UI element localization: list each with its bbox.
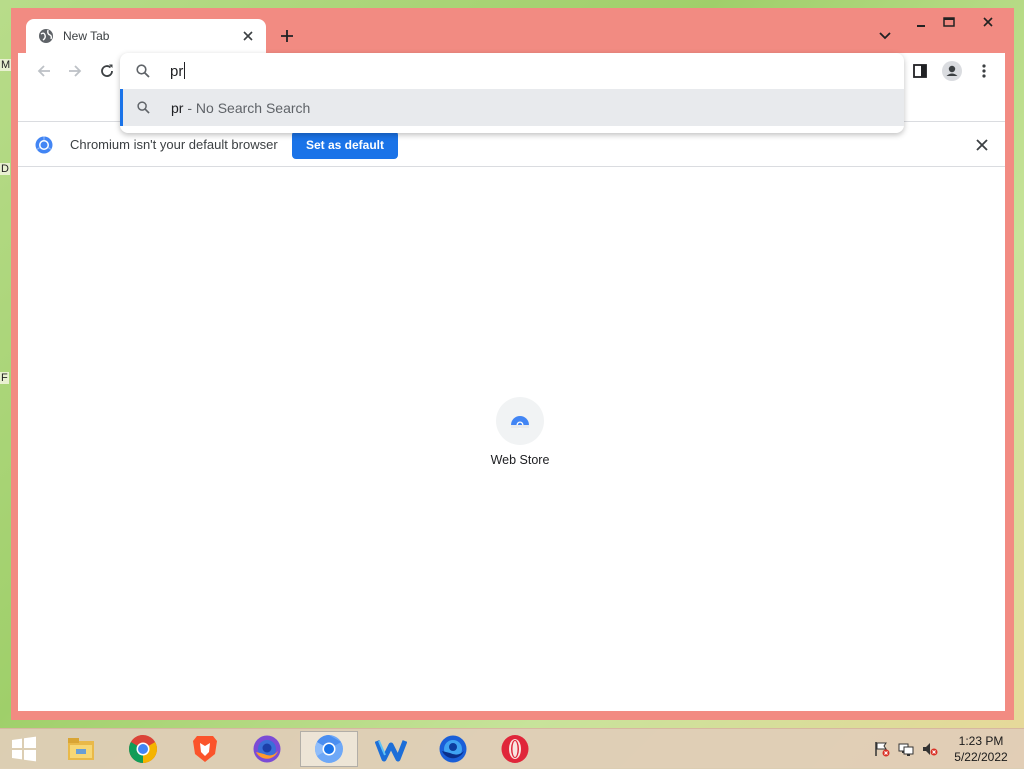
taskbar-waterfox[interactable] xyxy=(362,731,420,767)
taskbar-file-explorer[interactable] xyxy=(52,731,110,767)
address-bar-value: pr xyxy=(170,63,184,80)
address-bar-input[interactable]: pr xyxy=(120,53,904,89)
taskbar-firefox[interactable] xyxy=(238,731,296,767)
suggestion-separator: - xyxy=(183,100,196,116)
shortcut-label: Web Store xyxy=(490,453,550,467)
chrome-icon xyxy=(129,735,157,763)
clock-time: 1:23 PM xyxy=(958,734,1004,748)
taskbar: 1:23 PM 5/22/2022 xyxy=(0,728,1024,769)
suggestion-engine: No Search Search xyxy=(195,100,311,116)
waterfox-icon xyxy=(375,740,407,762)
globe-icon xyxy=(38,28,54,44)
reload-button[interactable] xyxy=(95,59,119,83)
clock-date: 5/22/2022 xyxy=(954,750,1008,764)
volume-muted-icon[interactable] xyxy=(922,741,938,757)
set-as-default-button[interactable]: Set as default xyxy=(292,131,398,159)
desktop-icon-label: D xyxy=(0,163,10,175)
taskbar-brave[interactable] xyxy=(176,731,234,767)
forward-button[interactable] xyxy=(63,59,87,83)
brave-icon xyxy=(193,736,217,762)
start-button[interactable] xyxy=(0,731,48,767)
omnibox-dropdown: pr pr - No Search Search xyxy=(120,53,904,133)
minimize-button[interactable] xyxy=(906,10,936,34)
taskbar-chrome[interactable] xyxy=(114,731,172,767)
tab-search-chevron-icon[interactable] xyxy=(877,28,893,44)
new-tab-button[interactable] xyxy=(277,26,297,46)
taskbar-opera[interactable] xyxy=(486,731,544,767)
back-button[interactable] xyxy=(32,59,56,83)
chromium-icon xyxy=(35,136,53,154)
system-clock[interactable]: 1:23 PM 5/22/2022 xyxy=(946,733,1016,765)
suggestion-query: pr xyxy=(171,100,184,116)
side-panel-icon[interactable] xyxy=(908,59,932,83)
text-caret xyxy=(184,62,186,79)
tab-new-tab[interactable]: New Tab xyxy=(26,19,266,53)
taskbar-firefox-developer[interactable] xyxy=(424,731,482,767)
folder-icon xyxy=(68,738,94,760)
shortcut-web-store[interactable]: Web Store xyxy=(480,397,560,467)
menu-kebab-icon[interactable] xyxy=(972,59,996,83)
firefox-dev-icon xyxy=(439,735,467,763)
maximize-button[interactable] xyxy=(934,10,964,34)
search-icon xyxy=(136,64,150,78)
close-tab-icon[interactable] xyxy=(240,28,256,44)
action-center-flag-icon[interactable] xyxy=(874,741,890,757)
title-bar[interactable]: New Tab xyxy=(11,8,1014,53)
taskbar-chromium[interactable] xyxy=(300,731,358,767)
opera-icon xyxy=(501,735,529,763)
infobar-message: Chromium isn't your default browser xyxy=(70,137,278,152)
chromium-icon xyxy=(315,735,343,763)
desktop-icon-label: M xyxy=(0,59,12,71)
desktop-icon-label: F xyxy=(0,372,9,384)
tab-title: New Tab xyxy=(63,29,110,43)
search-icon xyxy=(137,101,150,114)
firefox-icon xyxy=(253,735,281,763)
network-icon[interactable] xyxy=(898,741,914,757)
close-window-button[interactable] xyxy=(971,10,1005,34)
profile-avatar-icon[interactable] xyxy=(940,59,964,83)
omnibox-suggestion[interactable]: pr - No Search Search xyxy=(120,89,904,126)
new-tab-page: Web Store xyxy=(18,167,1005,711)
close-infobar-icon[interactable] xyxy=(973,136,991,154)
windows-logo-icon xyxy=(12,736,36,762)
web-store-icon xyxy=(496,397,544,445)
